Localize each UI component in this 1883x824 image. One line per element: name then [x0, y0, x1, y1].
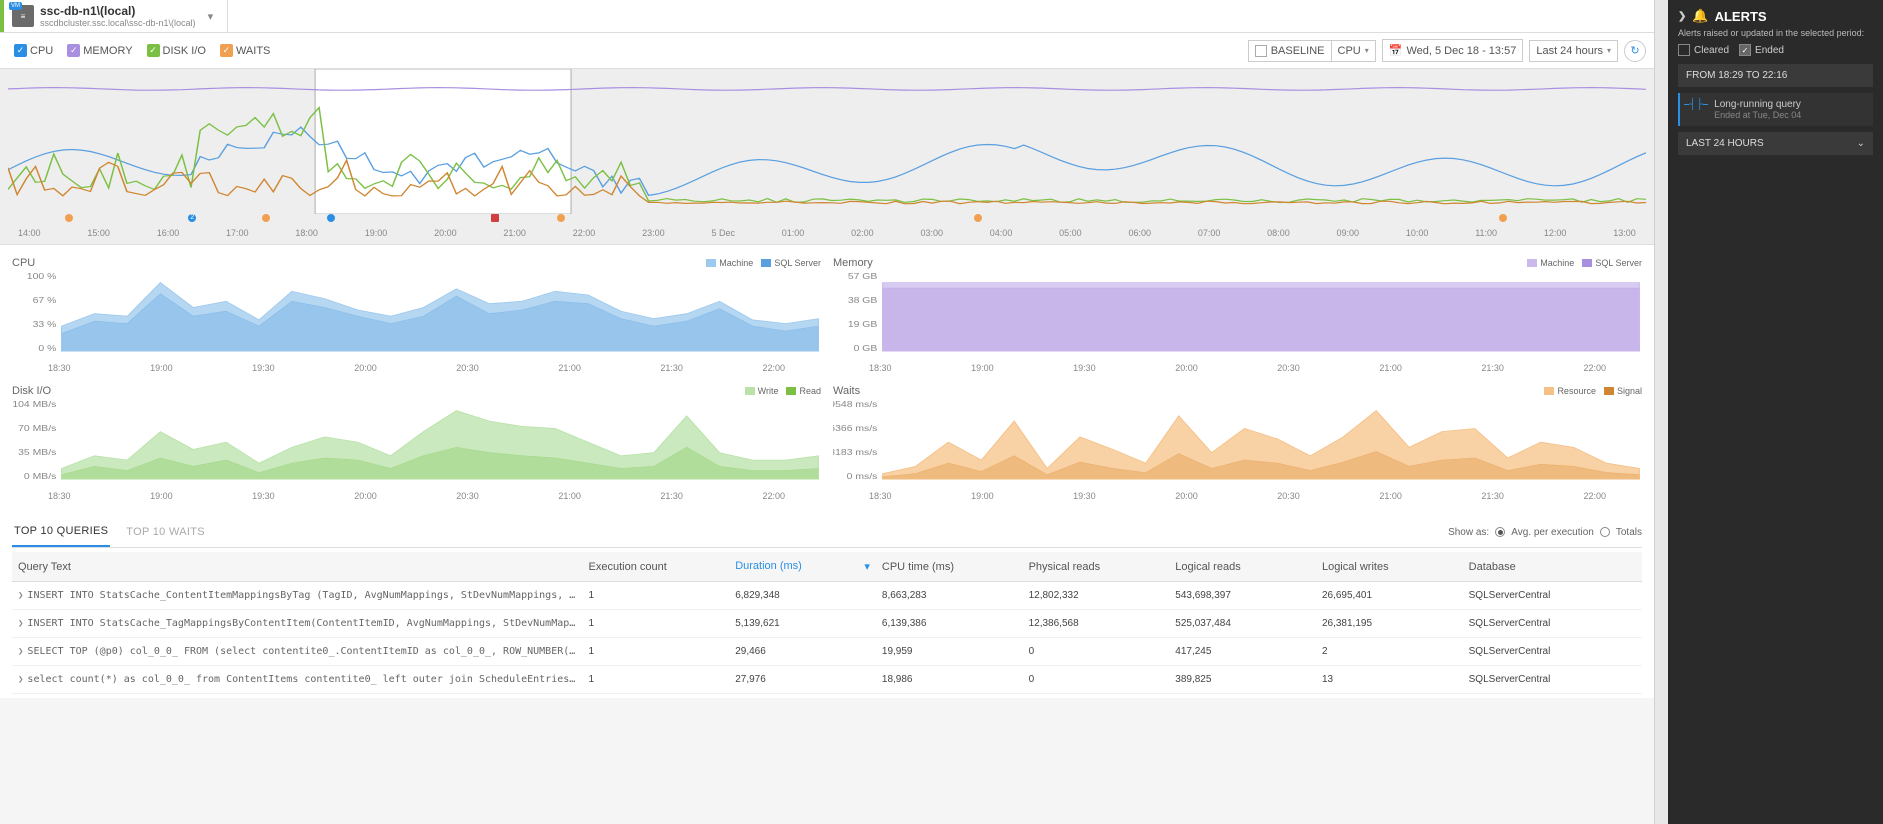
vertical-scrollbar[interactable]: [1654, 0, 1668, 824]
baseline-toggle[interactable]: BASELINE: [1248, 40, 1332, 62]
chart-disk[interactable]: Disk I/OWriteRead104 MB/s70 MB/s35 MB/s0…: [12, 385, 821, 501]
bell-icon: 🔔: [1692, 8, 1708, 24]
header-bar: VM ≡ ssc-db-n1\(local) sscdbcluster.ssc.…: [0, 0, 1654, 33]
svg-text:0 %: 0 %: [38, 344, 56, 353]
chevron-down-icon: ⌄: [1857, 138, 1865, 149]
svg-text:19 GB: 19 GB: [848, 320, 878, 329]
calendar-icon: 📅: [1389, 44, 1403, 57]
timeline-marker[interactable]: 2: [188, 214, 196, 222]
queries-table: Query TextExecution countDuration (ms) ▾…: [12, 552, 1642, 694]
chart-title: Waits: [833, 385, 860, 397]
column-header[interactable]: Query Text: [12, 552, 583, 582]
toggle-memory[interactable]: ✓MEMORY: [61, 41, 138, 60]
alerts-panel: ❯ 🔔 ALERTS Alerts raised or updated in the…: [1668, 0, 1883, 824]
chart-cpu[interactable]: CPUMachineSQL Server100 %67 %33 %0 %18:3…: [12, 257, 821, 373]
baseline-metric-select[interactable]: CPU▾: [1331, 40, 1376, 62]
server-icon: VM ≡: [12, 5, 34, 27]
svg-text:35 MB/s: 35 MB/s: [18, 448, 57, 457]
column-header[interactable]: Execution count: [583, 552, 730, 582]
chart-memory[interactable]: MemoryMachineSQL Server57 GB38 GB19 GB0 …: [833, 257, 1642, 373]
alerts-section-24h[interactable]: LAST 24 HOURS⌄: [1678, 132, 1873, 155]
alert-subtitle: Ended at Tue, Dec 04: [1714, 110, 1801, 120]
chart-title: CPU: [12, 257, 35, 269]
server-path: sscdbcluster.ssc.local\ssc-db-n1\(local): [40, 18, 196, 28]
timeline-marker[interactable]: [557, 214, 565, 222]
overview-chart[interactable]: 2 14:0015:0016:0017:0018:0019:0020:0021:…: [0, 69, 1654, 245]
svg-text:104 MB/s: 104 MB/s: [12, 400, 56, 409]
svg-text:67 %: 67 %: [33, 296, 57, 305]
date-picker[interactable]: 📅 Wed, 5 Dec 18 - 13:57: [1382, 39, 1524, 62]
filter-cleared[interactable]: Cleared: [1678, 44, 1729, 56]
controls-row: ✓CPU ✓MEMORY ✓DISK I/O ✓WAITS BASELINE C…: [0, 33, 1654, 69]
svg-text:39548 ms/s: 39548 ms/s: [833, 400, 878, 409]
chevron-right-icon[interactable]: ❯: [1678, 11, 1686, 22]
column-header[interactable]: Logical reads: [1169, 552, 1316, 582]
column-header[interactable]: Physical reads: [1023, 552, 1170, 582]
svg-text:100 %: 100 %: [27, 272, 57, 281]
tab-top-queries[interactable]: TOP 10 QUERIES: [12, 517, 110, 547]
column-header[interactable]: CPU time (ms): [876, 552, 1023, 582]
timeline-marker[interactable]: [491, 214, 499, 222]
svg-text:0 GB: 0 GB: [854, 344, 878, 353]
vm-badge: VM: [9, 2, 22, 10]
toggle-cpu[interactable]: ✓CPU: [8, 41, 59, 60]
chart-title: Disk I/O: [12, 385, 51, 397]
timeline-marker[interactable]: [65, 214, 73, 222]
column-header[interactable]: Database: [1463, 552, 1642, 582]
svg-text:33 %: 33 %: [33, 320, 57, 329]
expand-icon[interactable]: ❯: [18, 647, 27, 657]
column-header[interactable]: Duration (ms) ▾: [729, 552, 876, 582]
chart-title: Memory: [833, 257, 873, 269]
table-row[interactable]: ❯select count(*) as col_0_0_ from Conten…: [12, 666, 1642, 694]
range-select[interactable]: Last 24 hours▾: [1529, 40, 1618, 62]
chevron-down-icon[interactable]: ▾: [202, 10, 220, 23]
svg-text:38 GB: 38 GB: [848, 296, 878, 305]
alerts-subtitle: Alerts raised or updated in the selected…: [1678, 28, 1873, 38]
expand-icon[interactable]: ❯: [18, 619, 27, 629]
alerts-section-selected[interactable]: FROM 18:29 TO 22:16: [1678, 64, 1873, 87]
timeline-marker[interactable]: [262, 214, 270, 222]
table-row[interactable]: ❯SELECT TOP (@p0) col_0_0_ FROM (select …: [12, 638, 1642, 666]
alert-item[interactable]: ⎯┤├⎯ Long-running query Ended at Tue, De…: [1678, 93, 1873, 126]
svg-text:57 GB: 57 GB: [848, 272, 878, 281]
toggle-disk[interactable]: ✓DISK I/O: [141, 41, 212, 60]
svg-text:0 ms/s: 0 ms/s: [847, 472, 878, 481]
table-row[interactable]: ❯INSERT INTO StatsCache_ContentItemMappi…: [12, 582, 1642, 610]
timeline-marker[interactable]: [1499, 214, 1507, 222]
radio-avg[interactable]: [1495, 527, 1505, 537]
alerts-heading: ALERTS: [1715, 9, 1767, 24]
svg-text:13183 ms/s: 13183 ms/s: [833, 448, 878, 457]
radio-totals[interactable]: [1600, 527, 1610, 537]
server-tab[interactable]: VM ≡ ssc-db-n1\(local) sscdbcluster.ssc.…: [0, 0, 228, 32]
server-name: ssc-db-n1\(local): [40, 4, 196, 18]
filter-ended[interactable]: ✓Ended: [1739, 44, 1784, 56]
alert-title: Long-running query: [1714, 99, 1801, 110]
svg-text:0 MB/s: 0 MB/s: [24, 472, 57, 481]
column-header[interactable]: Logical writes: [1316, 552, 1463, 582]
expand-icon[interactable]: ❯: [18, 591, 27, 601]
pulse-icon: ⎯┤├⎯: [1684, 99, 1708, 120]
tab-top-waits[interactable]: TOP 10 WAITS: [124, 518, 207, 546]
svg-text:26366 ms/s: 26366 ms/s: [833, 424, 878, 433]
refresh-icon[interactable]: ↻: [1624, 40, 1646, 62]
table-row[interactable]: ❯INSERT INTO StatsCache_TagMappingsByCon…: [12, 610, 1642, 638]
svg-text:70 MB/s: 70 MB/s: [18, 424, 57, 433]
expand-icon[interactable]: ❯: [18, 675, 27, 685]
timeline-marker[interactable]: [327, 214, 335, 222]
chart-waits[interactable]: WaitsResourceSignal39548 ms/s26366 ms/s1…: [833, 385, 1642, 501]
toggle-waits[interactable]: ✓WAITS: [214, 41, 276, 60]
timeline-marker[interactable]: [974, 214, 982, 222]
checkbox-icon: [1255, 45, 1267, 57]
